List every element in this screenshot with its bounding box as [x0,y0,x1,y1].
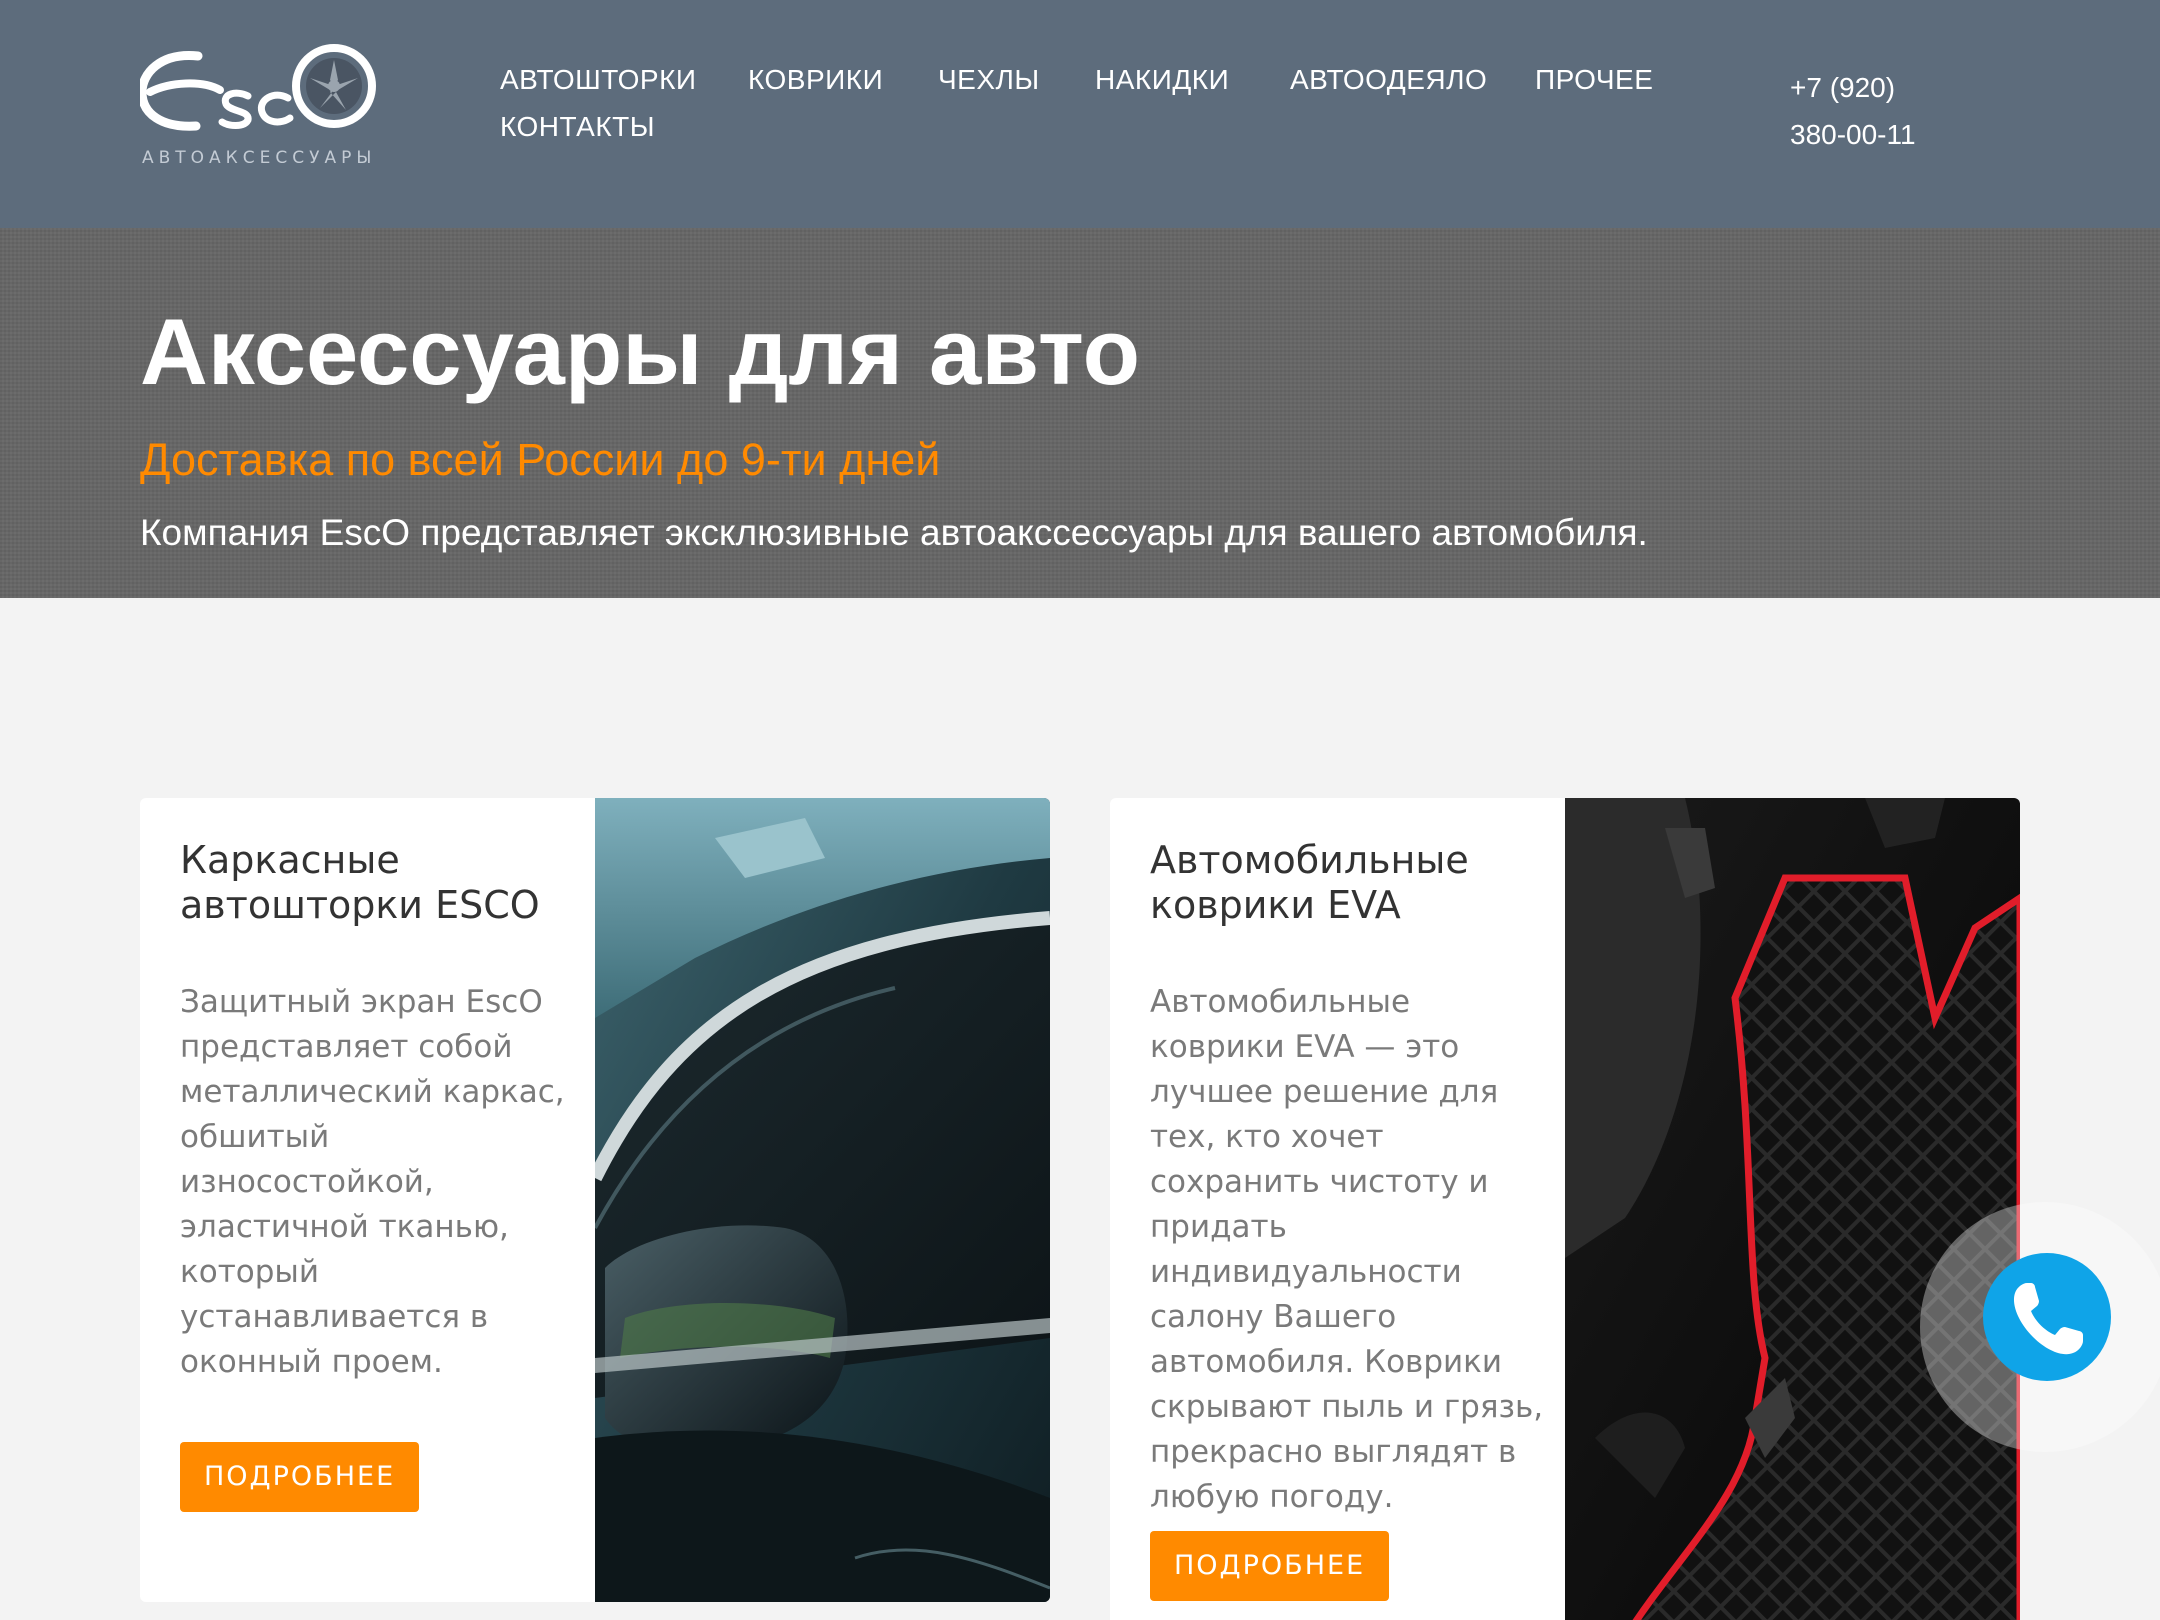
hero-subtitle: Доставка по всей России до 9-ти дней [140,434,941,485]
nav-item-kontakty[interactable]: КОНТАКТЫ [500,111,655,143]
more-button-shtorki[interactable]: ПОДРОБНЕЕ [180,1442,420,1512]
nav-item-avtoodeyalo[interactable]: АВТООДЕЯЛО [1290,64,1487,96]
phone-line-1: +7 (920) [1790,72,1896,103]
wheel-icon [292,44,376,128]
hero-description: Компания EscO представляет эксклюзивные … [140,512,1648,553]
logo-subtitle: АВТОАКСЕССУАРЫ [142,148,377,168]
card-description: Автомобильные коврики EVA — это лучшее р… [1150,984,1544,1515]
header-phone[interactable]: +7 (920) 380-00-11 [1790,64,1990,158]
product-card-kovriki: Автомобильные коврики EVA Автомобильные … [1110,798,2020,1620]
card-description: Защитный экран EscO представляет собой м… [180,984,565,1380]
card-title: Автомобильные коврики EVA [1150,838,1469,927]
eva-mat-image [1565,798,2020,1620]
nav-item-chehly[interactable]: ЧЕХЛЫ [938,64,1040,96]
card-text: Автомобильные коврики EVA Автомобильные … [1150,838,1550,1520]
logo[interactable]: АВТОАКСЕССУАРЫ [137,44,380,174]
call-button[interactable] [1983,1253,2111,1381]
nav-item-kovriki[interactable]: КОВРИКИ [748,64,883,96]
hero-banner: Аксессуары для авто Доставка по всей Рос… [0,228,2160,598]
phone-icon [2013,1283,2083,1355]
page-title: Аксессуары для авто [140,299,1141,404]
product-card-shtorki: Каркасные автошторки ESCO Защитный экран… [140,798,1050,1602]
logo-mark [137,44,376,131]
nav-item-avtoshtorki[interactable]: АВТОШТОРКИ [500,64,697,96]
site-header: АВТОАКСЕССУАРЫ АВТОШТОРКИ КОВРИКИ ЧЕХЛЫ … [0,0,2160,228]
phone-line-2: 380-00-11 [1790,119,1916,150]
card-text: Каркасные автошторки ESCO Защитный экран… [180,838,580,1385]
nav-item-nakidki[interactable]: НАКИДКИ [1095,64,1229,96]
nav-item-prochee[interactable]: ПРОЧЕЕ [1535,64,1653,96]
more-button-kovriki[interactable]: ПОДРОБНЕЕ [1150,1531,1390,1601]
card-title: Каркасные автошторки ESCO [180,838,540,927]
car-window-image [595,798,1050,1602]
